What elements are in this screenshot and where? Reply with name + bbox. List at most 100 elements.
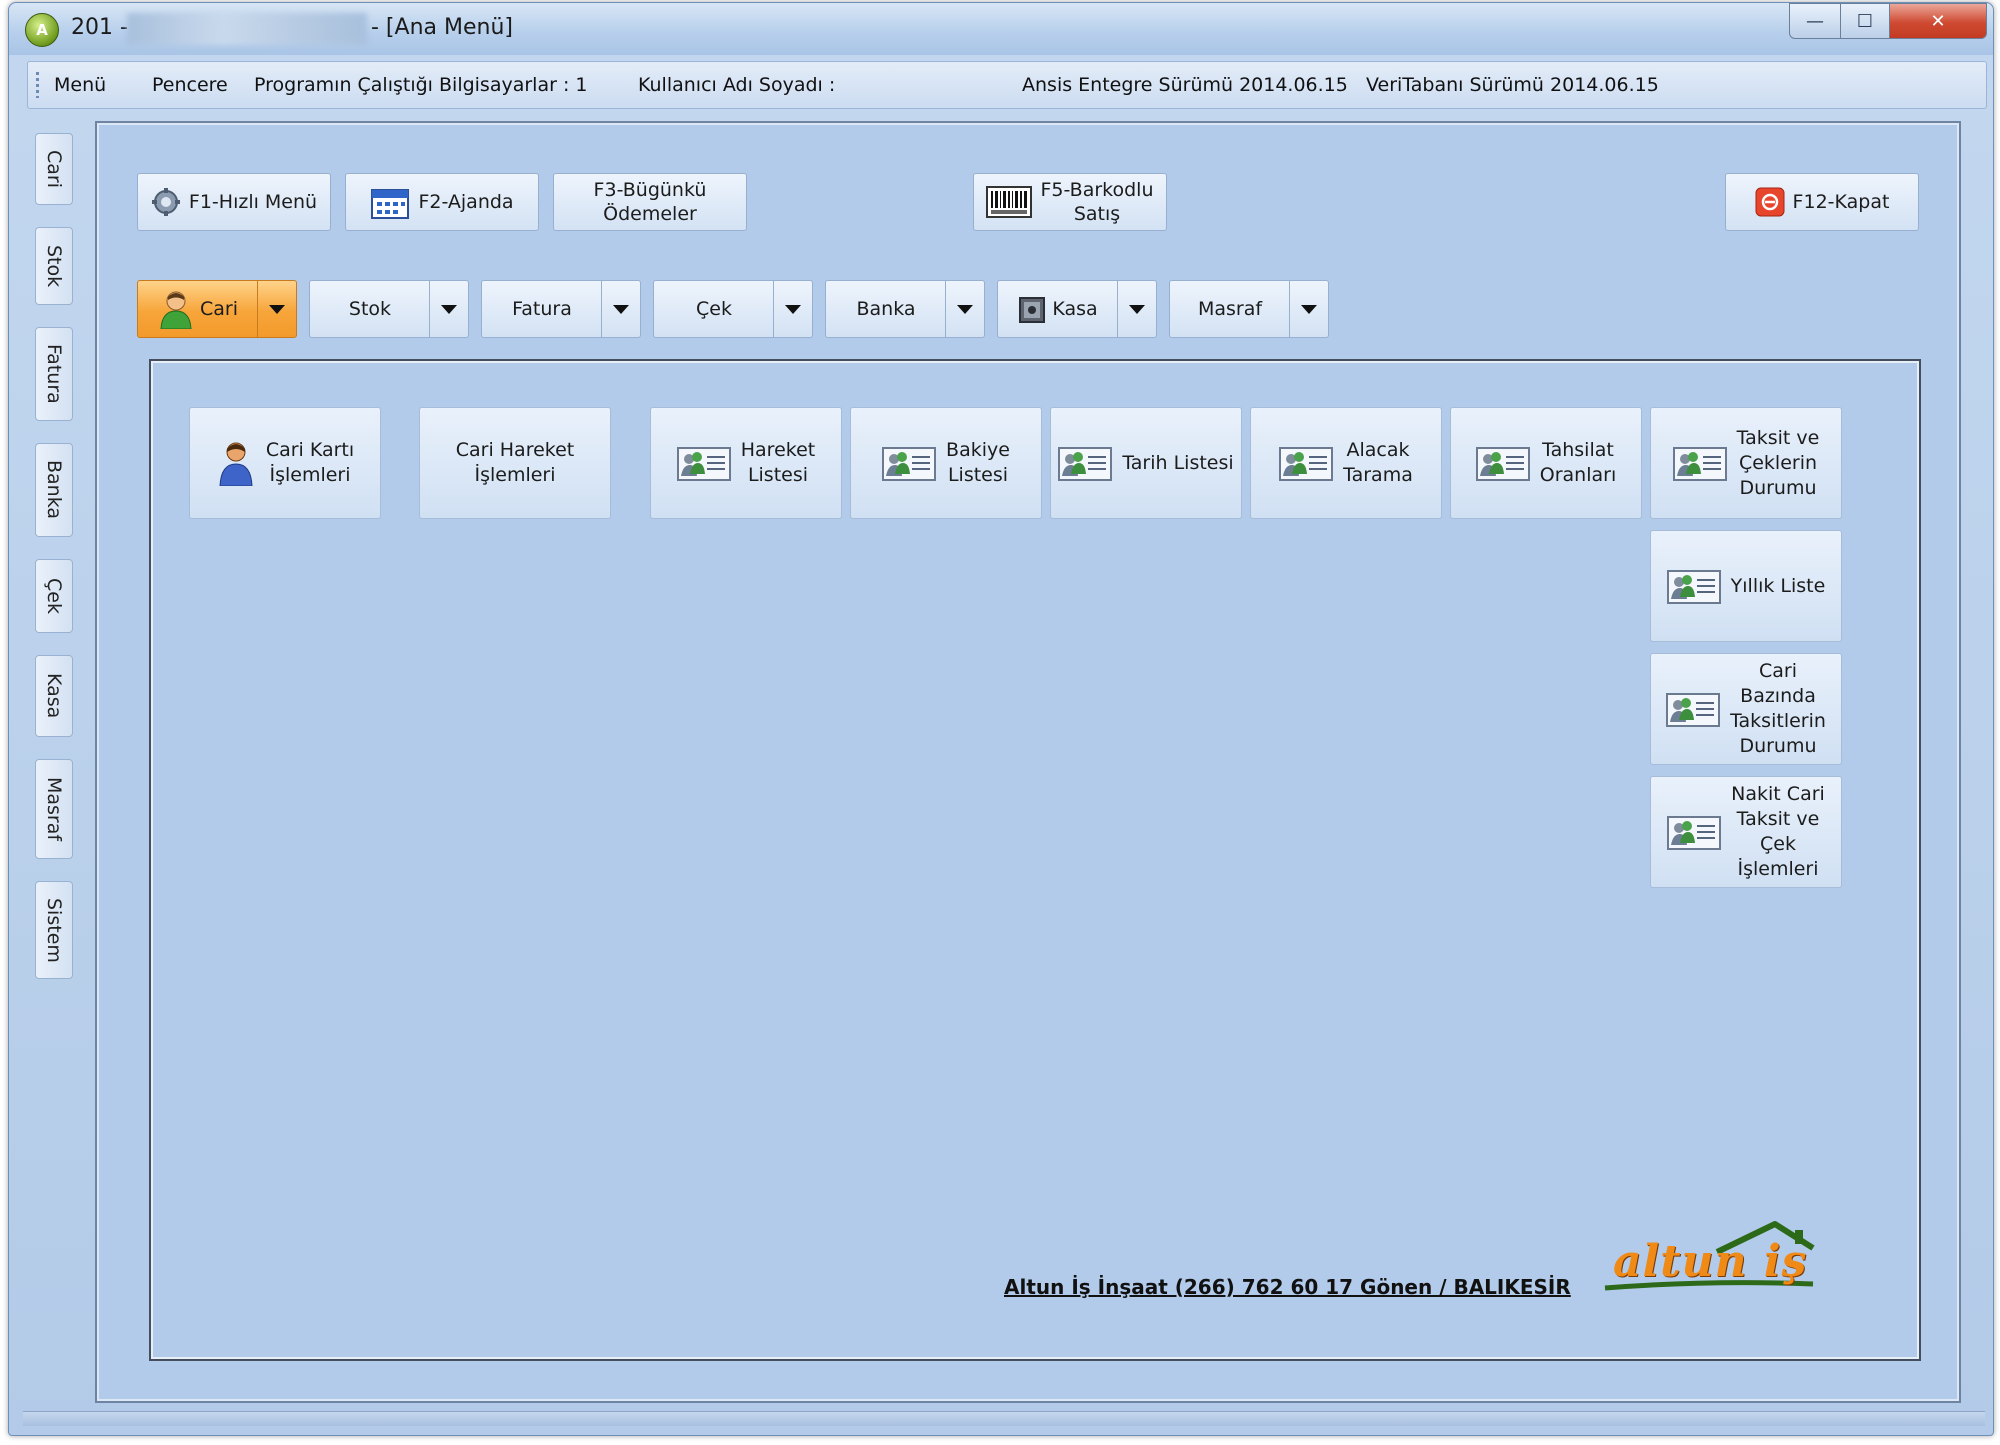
module-dropdown-kasa[interactable]: Kasa xyxy=(997,280,1157,338)
close-app-button[interactable]: F12-Kapat xyxy=(1725,173,1919,231)
window-title-prefix: 201 - xyxy=(71,15,128,40)
module-dropdown-cari[interactable]: Cari xyxy=(137,280,297,338)
module-button-kasa[interactable]: Kasa xyxy=(998,281,1118,337)
module-label-stok: Stok xyxy=(348,298,392,320)
computers-count-label: Programın Çalıştığı Bilgisayarlar : 1 xyxy=(254,74,588,96)
dropdown-arrow-cari[interactable] xyxy=(257,281,296,337)
movement-list-label: Hareket Listesi xyxy=(740,439,816,486)
chevron-down-icon xyxy=(269,304,285,314)
side-tab-cari[interactable]: Cari xyxy=(35,133,73,205)
dropdown-arrow-banka[interactable] xyxy=(945,281,984,337)
chevron-down-icon xyxy=(1301,304,1317,314)
safe-icon xyxy=(1019,297,1046,323)
side-tab-label: Sistem xyxy=(43,897,65,963)
menu-item-pencere[interactable]: Pencere xyxy=(152,74,228,96)
menu-item-menu[interactable]: Menü xyxy=(54,74,106,96)
power-off-icon xyxy=(1755,187,1785,217)
installments-checks-status-button[interactable]: Taksit ve Çeklerin Durumu xyxy=(1650,407,1842,519)
module-button-cari[interactable]: Cari xyxy=(138,281,258,337)
module-dropdown-masraf[interactable]: Masraf xyxy=(1169,280,1329,338)
company-logo: altun iş xyxy=(1599,1218,1831,1298)
logo-wordmark: altun iş xyxy=(1613,1236,1808,1287)
cash-cari-installment-check-button[interactable]: Nakit Cari Taksit ve Çek İşlemleri xyxy=(1650,776,1842,888)
status-bar xyxy=(23,1411,1985,1426)
date-list-label: Tarih Listesi xyxy=(1122,451,1234,474)
dropdown-arrow-fatura[interactable] xyxy=(601,281,640,337)
module-dropdown-fatura[interactable]: Fatura xyxy=(481,280,641,338)
side-tab-fatura[interactable]: Fatura xyxy=(35,327,73,421)
users-report-icon xyxy=(1058,447,1113,481)
version-label: Ansis Entegre Sürümü 2014.06.15 xyxy=(1022,74,1348,96)
title-bar[interactable]: A 201 - - [Ana Menü] — ☐ ✕ xyxy=(9,3,1993,55)
redacted-title-area xyxy=(127,13,367,45)
chevron-down-icon xyxy=(1129,304,1145,314)
agenda-button[interactable]: F2-Ajanda xyxy=(345,173,539,231)
module-label-cek: Çek xyxy=(696,298,732,320)
collection-rates-button[interactable]: Tahsilat Oranları xyxy=(1450,407,1642,519)
todays-payments-label: F3-Bügünkü Ödemeler xyxy=(593,179,707,225)
receivable-scan-label: Alacak Tarama xyxy=(1343,439,1413,486)
module-button-stok[interactable]: Stok xyxy=(310,281,430,337)
gear-icon xyxy=(151,188,180,216)
close-window-button[interactable]: ✕ xyxy=(1889,3,1987,39)
cari-card-button[interactable]: Cari Kartı İşlemleri xyxy=(189,407,381,519)
barcode-sale-button[interactable]: F5-Barkodlu Satış xyxy=(973,173,1167,231)
side-tab-label: Cari xyxy=(43,150,65,188)
balance-list-button[interactable]: Bakiye Listesi xyxy=(850,407,1042,519)
users-report-icon xyxy=(882,447,937,481)
minimize-button[interactable]: — xyxy=(1789,3,1841,39)
quick-menu-button[interactable]: F1-Hızlı Menü xyxy=(137,173,331,231)
yearly-list-button[interactable]: Yıllık Liste xyxy=(1650,530,1842,642)
agenda-label: F2-Ajanda xyxy=(418,191,514,213)
side-tab-label: Banka xyxy=(43,460,65,520)
toolbar-grip-icon[interactable] xyxy=(36,72,39,98)
collection-rates-label: Tahsilat Oranları xyxy=(1539,439,1617,486)
side-tab-label: Kasa xyxy=(43,673,65,719)
module-label-fatura: Fatura xyxy=(512,298,572,320)
maximize-button[interactable]: ☐ xyxy=(1840,3,1890,39)
side-tab-banka[interactable]: Banka xyxy=(35,443,73,537)
cari-movement-label: Cari Hareket İşlemleri xyxy=(455,439,575,486)
todays-payments-button[interactable]: F3-Bügünkü Ödemeler xyxy=(553,173,747,231)
movement-list-button[interactable]: Hareket Listesi xyxy=(650,407,842,519)
module-dropdown-banka[interactable]: Banka xyxy=(825,280,985,338)
cari-card-label: Cari Kartı İşlemleri xyxy=(265,439,355,486)
module-button-banka[interactable]: Banka xyxy=(826,281,946,337)
calendar-icon xyxy=(371,189,410,219)
users-report-icon xyxy=(1475,447,1530,481)
date-list-button[interactable]: Tarih Listesi xyxy=(1050,407,1242,519)
window-title-suffix: - [Ana Menü] xyxy=(371,15,513,40)
dropdown-arrow-stok[interactable] xyxy=(429,281,468,337)
cari-based-installments-button[interactable]: Cari Bazında Taksitlerin Durumu xyxy=(1650,653,1842,765)
users-report-icon xyxy=(1672,447,1727,481)
module-button-fatura[interactable]: Fatura xyxy=(482,281,602,337)
dropdown-arrow-masraf[interactable] xyxy=(1289,281,1328,337)
installments-checks-status-label: Taksit ve Çeklerin Durumu xyxy=(1736,426,1820,499)
side-tab-kasa[interactable]: Kasa xyxy=(35,655,73,737)
module-dropdown-stok[interactable]: Stok xyxy=(309,280,469,338)
quick-menu-label: F1-Hızlı Menü xyxy=(188,191,318,213)
chevron-down-icon xyxy=(957,304,973,314)
dropdown-arrow-cek[interactable] xyxy=(773,281,812,337)
side-tab-sistem[interactable]: Sistem xyxy=(35,881,73,979)
dropdown-arrow-kasa[interactable] xyxy=(1117,281,1156,337)
users-report-icon xyxy=(676,447,731,481)
app-logo-icon[interactable]: A xyxy=(25,13,59,47)
app-window: A 201 - - [Ana Menü] — ☐ ✕ Menü Pencere … xyxy=(8,2,1994,1436)
cari-movement-button[interactable]: Cari Hareket İşlemleri xyxy=(419,407,611,519)
side-tab-label: Çek xyxy=(43,578,65,614)
module-button-cek[interactable]: Çek xyxy=(654,281,774,337)
user-name-label: Kullanıcı Adı Soyadı : xyxy=(638,74,836,96)
balance-list-label: Bakiye Listesi xyxy=(946,439,1010,486)
company-contact-link[interactable]: Altun İş İnşaat (266) 762 60 17 Gönen / … xyxy=(1004,1275,1571,1299)
module-label-masraf: Masraf xyxy=(1197,298,1263,320)
module-label-kasa: Kasa xyxy=(1052,298,1098,320)
close-app-label: F12-Kapat xyxy=(1792,191,1890,213)
receivable-scan-button[interactable]: Alacak Tarama xyxy=(1250,407,1442,519)
side-tab-masraf[interactable]: Masraf xyxy=(35,759,73,859)
module-dropdown-cek[interactable]: Çek xyxy=(653,280,813,338)
side-tab-cek[interactable]: Çek xyxy=(35,559,73,633)
side-tab-stok[interactable]: Stok xyxy=(35,227,73,305)
person-icon xyxy=(219,442,253,486)
module-button-masraf[interactable]: Masraf xyxy=(1170,281,1290,337)
